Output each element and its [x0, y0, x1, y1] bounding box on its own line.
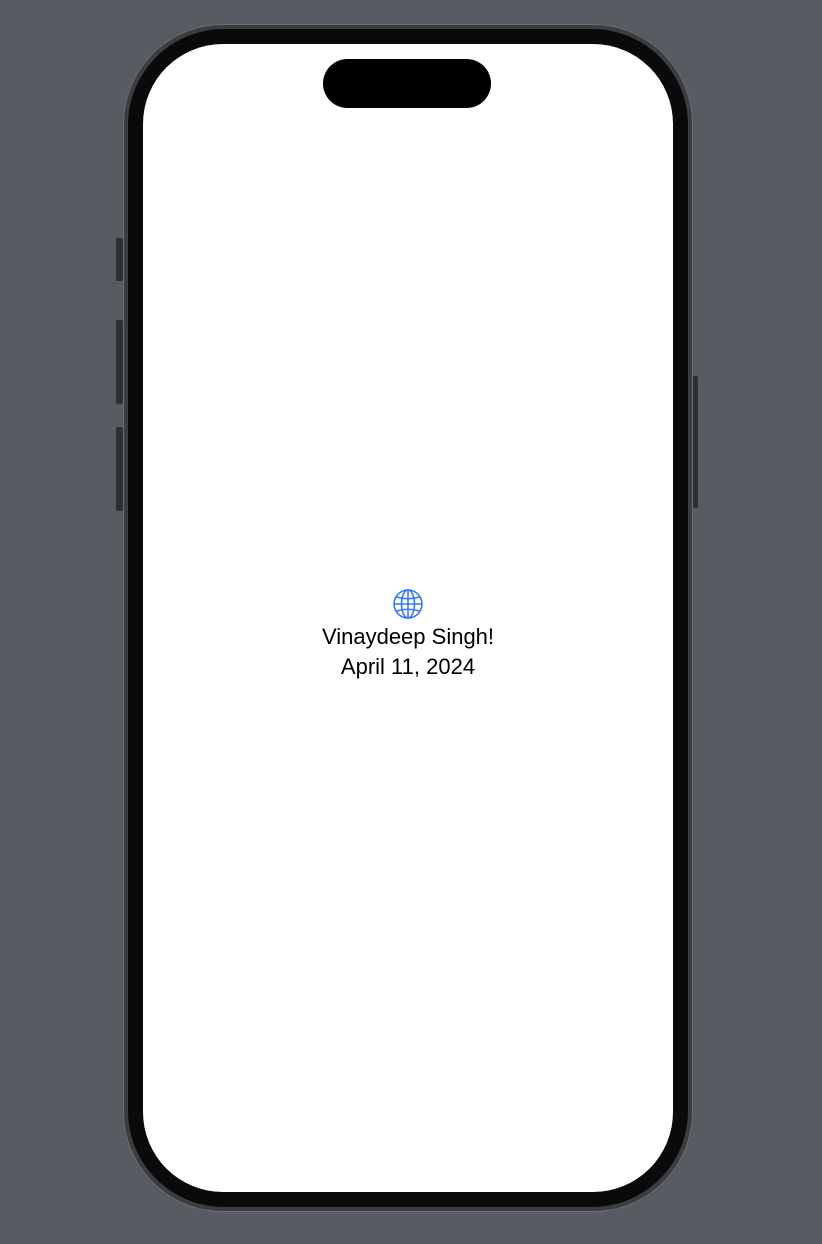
simulator-stage: Vinaydeep Singh! April 11, 2024: [0, 0, 822, 1244]
volume-down-button[interactable]: [116, 427, 123, 511]
greeting-text: Vinaydeep Singh!: [321, 624, 495, 649]
globe-icon: [393, 589, 423, 619]
dynamic-island: [323, 59, 491, 108]
volume-up-button[interactable]: [116, 320, 123, 404]
content-stack: Vinaydeep Singh! April 11, 2024: [143, 588, 673, 682]
action-button[interactable]: [116, 238, 123, 281]
date-text: April 11, 2024: [340, 654, 476, 679]
